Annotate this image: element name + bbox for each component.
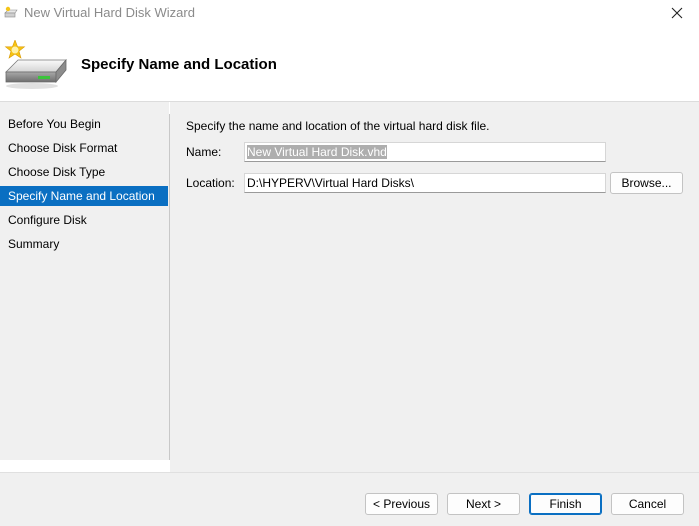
instruction-text: Specify the name and location of the vir…	[186, 119, 490, 133]
finish-button[interactable]: Finish	[529, 493, 602, 515]
location-label: Location:	[186, 176, 235, 190]
previous-button[interactable]: < Previous	[365, 493, 438, 515]
browse-button[interactable]: Browse...	[610, 172, 683, 194]
nav-step-summary[interactable]: Summary	[0, 234, 168, 254]
wizard-footer: < Previous Next > Finish Cancel	[0, 472, 699, 526]
cancel-button[interactable]: Cancel	[611, 493, 684, 515]
name-label: Name:	[186, 145, 222, 159]
nav-step-configure-disk[interactable]: Configure Disk	[0, 210, 168, 230]
next-button[interactable]: Next >	[447, 493, 520, 515]
name-input-value: New Virtual Hard Disk.vhd	[247, 145, 387, 159]
nav-step-choose-disk-format[interactable]: Choose Disk Format	[0, 138, 168, 158]
name-input[interactable]: New Virtual Hard Disk.vhd	[244, 142, 606, 162]
hard-disk-wizard-icon	[4, 40, 67, 89]
wizard-content: Specify the name and location of the vir…	[170, 102, 699, 472]
location-input[interactable]: D:\HYPERV\Virtual Hard Disks\	[244, 173, 606, 193]
hard-disk-wizard-icon	[4, 6, 18, 18]
nav-step-choose-disk-type[interactable]: Choose Disk Type	[0, 162, 168, 182]
wizard-steps-nav: Before You Begin Choose Disk Format Choo…	[0, 102, 169, 460]
close-button[interactable]	[655, 0, 699, 26]
close-icon	[671, 7, 683, 19]
nav-step-specify-name-and-location[interactable]: Specify Name and Location	[0, 186, 168, 206]
wizard-header: Specify Name and Location	[0, 26, 699, 102]
window-title: New Virtual Hard Disk Wizard	[24, 5, 195, 20]
location-input-value: D:\HYPERV\Virtual Hard Disks\	[247, 176, 414, 190]
nav-step-before-you-begin[interactable]: Before You Begin	[0, 114, 168, 134]
title-bar: New Virtual Hard Disk Wizard	[0, 0, 699, 26]
page-title: Specify Name and Location	[81, 56, 277, 73]
